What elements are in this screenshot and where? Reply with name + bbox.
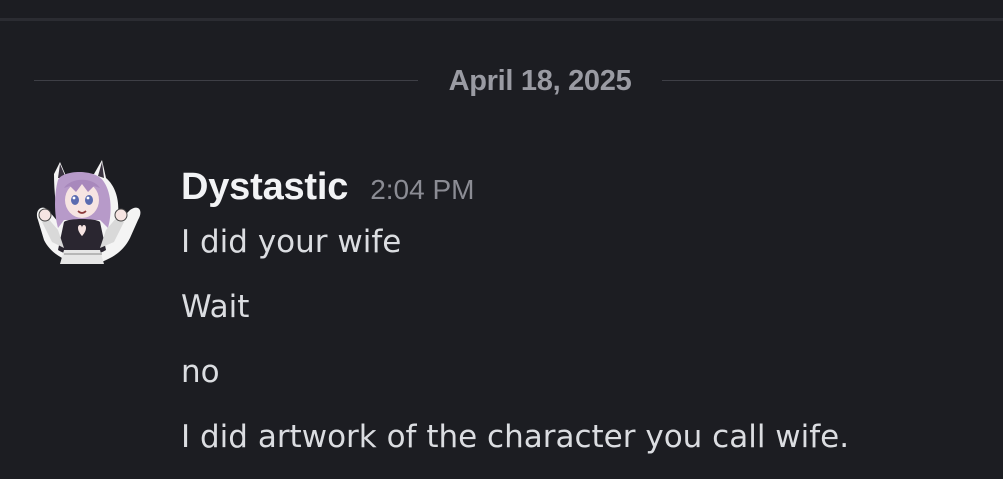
- message-line-1: I did your wife: [181, 224, 402, 260]
- avatar[interactable]: [34, 154, 146, 272]
- message-line-3: no: [181, 354, 220, 390]
- chat-view: April 18, 2025 Dystastic 2:04 PM I did y…: [0, 0, 1003, 479]
- date-label: April 18, 2025: [448, 65, 632, 97]
- username[interactable]: Dystastic: [181, 166, 348, 208]
- divider-line-right: [662, 80, 1003, 81]
- date-divider: April 18, 2025: [34, 62, 1003, 100]
- message-line-4: I did artwork of the character you call …: [181, 419, 850, 455]
- divider-line-left: [34, 80, 418, 81]
- message-header: Dystastic 2:04 PM: [181, 166, 474, 210]
- top-border: [0, 18, 1003, 21]
- message-timestamp[interactable]: 2:04 PM: [370, 174, 474, 205]
- anime-girl-avatar-icon: [36, 160, 141, 264]
- message-line-2: Wait: [181, 289, 250, 325]
